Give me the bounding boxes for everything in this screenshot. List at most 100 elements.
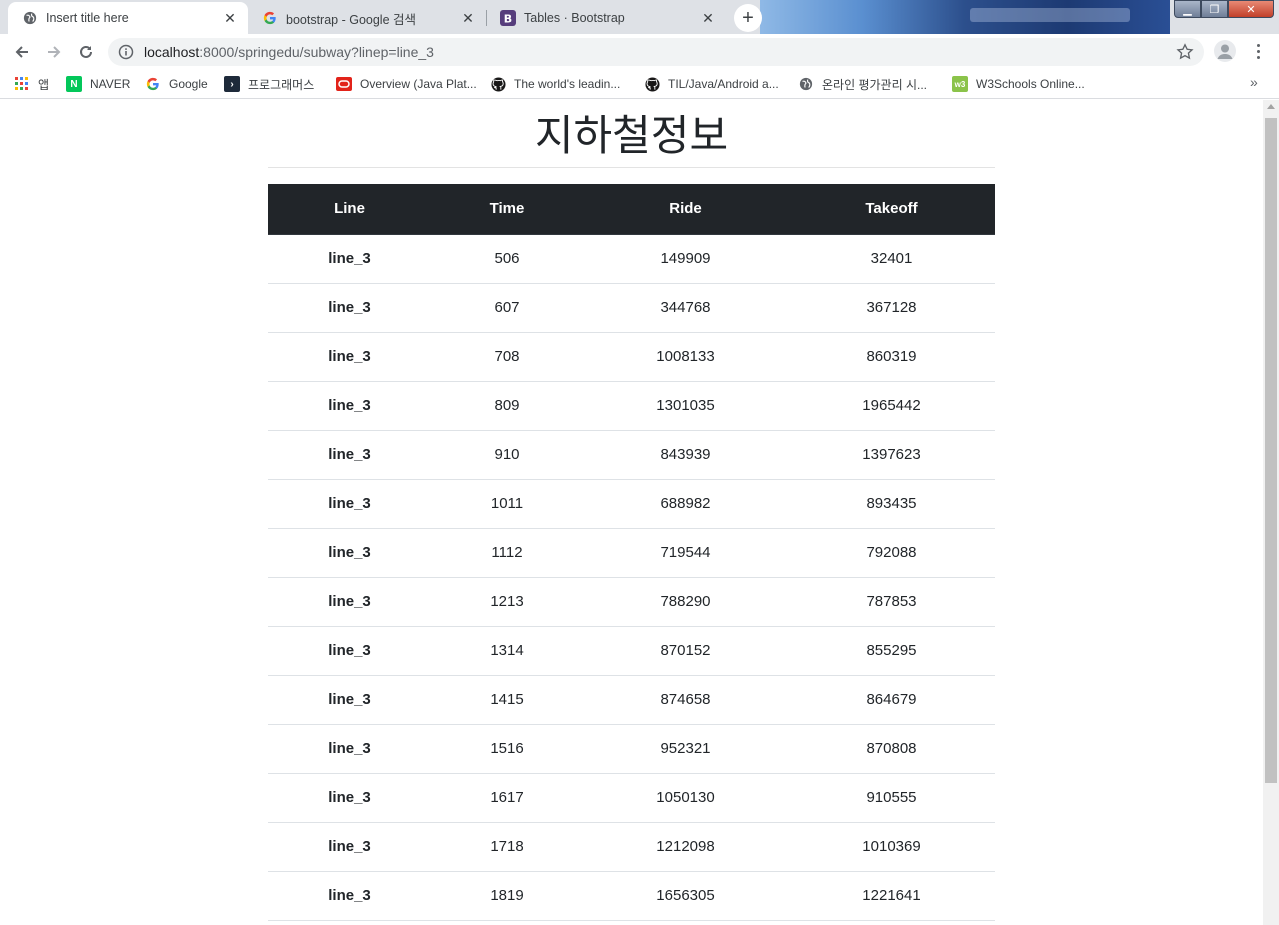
cell-line: line_3 — [268, 528, 431, 578]
bookmark-label: 앱 — [38, 77, 50, 92]
bookmark-naver[interactable]: N NAVER — [66, 75, 130, 93]
cell-time: 1112 — [431, 528, 583, 578]
bookmark-google[interactable]: Google — [145, 75, 208, 93]
tab-title: Tables · Bootstrap — [524, 11, 625, 25]
tab-google-search[interactable]: bootstrap - Google 검색 ✕ — [248, 2, 486, 34]
cell-line: line_3 — [268, 577, 431, 627]
tab-title: bootstrap - Google 검색 — [286, 12, 417, 27]
github-icon — [644, 76, 660, 92]
header-line: Line — [268, 184, 431, 235]
bookmark-programmers[interactable]: › 프로그래머스 — [224, 75, 314, 93]
table-row: line_3 1011 688982 893435 — [268, 479, 995, 529]
naver-icon: N — [66, 76, 82, 92]
close-icon[interactable]: ✕ — [460, 10, 476, 26]
cell-line: line_3 — [268, 234, 431, 284]
page-title: 지하철정보 — [534, 111, 729, 160]
browser-menu-button[interactable] — [1250, 40, 1266, 62]
info-icon — [118, 44, 134, 60]
cell-ride: 1008133 — [583, 332, 788, 382]
profile-avatar-button[interactable] — [1214, 40, 1236, 62]
address-bar[interactable]: localhost:8000/springedu/subway?linep=li… — [108, 38, 1204, 66]
cell-time: 1011 — [431, 479, 583, 529]
tab-insert-title[interactable]: Insert title here ✕ — [8, 2, 248, 34]
bookmark-github-world[interactable]: The world's leadin... — [490, 75, 620, 93]
maximize-button[interactable]: ❐ — [1201, 0, 1228, 18]
cell-ride: 1301035 — [583, 381, 788, 431]
table-row: line_3 607 344768 367128 — [268, 283, 995, 333]
cell-takeoff: 367128 — [788, 283, 995, 333]
reload-button[interactable] — [72, 38, 100, 66]
cell-line: line_3 — [268, 822, 431, 872]
google-icon — [145, 76, 161, 92]
forward-button[interactable] — [40, 38, 68, 66]
bookmark-github-til[interactable]: TIL/Java/Android a... — [644, 75, 779, 93]
cell-time: 1213 — [431, 577, 583, 627]
table-row: line_3 1617 1050130 910555 — [268, 773, 995, 823]
header-ride: Ride — [583, 184, 788, 235]
bookmark-apps[interactable]: 앱 — [14, 75, 49, 93]
bookmark-label: The world's leadin... — [514, 77, 621, 91]
table-row: line_3 506 149909 32401 — [268, 234, 995, 284]
tab-strip: Insert title here ✕ bootstrap - Google 검… — [0, 0, 1279, 34]
cell-line: line_3 — [268, 871, 431, 921]
avatar-icon — [1217, 44, 1233, 59]
cell-ride: 952321 — [583, 724, 788, 774]
table-row: line_3 910 843939 1397623 — [268, 430, 995, 480]
forward-arrow-icon — [48, 46, 61, 58]
back-button[interactable] — [8, 38, 36, 66]
cell-ride: 344768 — [583, 283, 788, 333]
bookmark-star-icon[interactable] — [1176, 43, 1194, 61]
new-tab-button[interactable]: + — [734, 4, 762, 32]
window-close-button[interactable]: ✕ — [1228, 0, 1274, 18]
cell-ride: 149909 — [583, 234, 788, 284]
scroll-up-arrow-icon[interactable] — [1267, 104, 1275, 109]
cell-line: line_3 — [268, 332, 431, 382]
table-row: line_3 1112 719544 792088 — [268, 528, 995, 578]
minimize-button[interactable]: ▁ — [1174, 0, 1201, 18]
table-row: line_3 1516 952321 870808 — [268, 724, 995, 774]
cell-time: 1617 — [431, 773, 583, 823]
page-content: 지하철정보 Line Time Ride Takeoff line_3 506 14… — [0, 100, 1263, 925]
cell-ride: 874658 — [583, 675, 788, 725]
bookmark-w3schools[interactable]: w3 W3Schools Online... — [952, 75, 1085, 93]
vertical-scrollbar[interactable] — [1263, 100, 1279, 925]
divider — [268, 167, 995, 168]
cell-time: 1819 — [431, 871, 583, 921]
scrollbar-thumb[interactable] — [1265, 118, 1277, 783]
subway-table: Line Time Ride Takeoff line_3 506 149909 32… — [268, 184, 995, 921]
bookmark-label: Overview (Java Plat... — [360, 77, 477, 91]
bootstrap-icon: B — [500, 10, 516, 26]
cell-line: line_3 — [268, 283, 431, 333]
close-icon[interactable]: ✕ — [222, 10, 238, 26]
cell-takeoff: 1965442 — [788, 381, 995, 431]
tab-bootstrap-tables[interactable]: B Tables · Bootstrap ✕ — [486, 2, 726, 34]
svg-text:B: B — [504, 13, 512, 26]
cell-takeoff: 910555 — [788, 773, 995, 823]
cell-time: 910 — [431, 430, 583, 480]
bookmark-label: TIL/Java/Android a... — [668, 77, 779, 91]
cell-takeoff: 893435 — [788, 479, 995, 529]
cell-ride: 843939 — [583, 430, 788, 480]
bookmark-java-overview[interactable]: Overview (Java Plat... — [336, 75, 477, 93]
cell-takeoff: 864679 — [788, 675, 995, 725]
browser-toolbar: localhost:8000/springedu/subway?linep=li… — [0, 34, 1279, 70]
cell-time: 1314 — [431, 626, 583, 676]
close-icon[interactable]: ✕ — [700, 10, 716, 26]
cell-time: 1516 — [431, 724, 583, 774]
bookmark-label: 온라인 평가관리 시... — [822, 77, 927, 92]
reload-icon — [80, 45, 92, 58]
table-row: line_3 1314 870152 855295 — [268, 626, 995, 676]
bookmarks-overflow-button[interactable]: » — [1250, 74, 1258, 90]
github-icon — [490, 76, 506, 92]
cell-takeoff: 860319 — [788, 332, 995, 382]
url-text: localhost:8000/springedu/subway?linep=li… — [144, 44, 434, 60]
table-row: line_3 1415 874658 864679 — [268, 675, 995, 725]
tab-title: Insert title here — [46, 11, 129, 25]
bookmark-online-eval[interactable]: 온라인 평가관리 시... — [798, 75, 927, 93]
cell-takeoff: 787853 — [788, 577, 995, 627]
bookmark-label: 프로그래머스 — [248, 77, 315, 92]
cell-ride: 788290 — [583, 577, 788, 627]
cell-line: line_3 — [268, 626, 431, 676]
table-header-row: Line Time Ride Takeoff — [268, 184, 995, 235]
cell-ride: 870152 — [583, 626, 788, 676]
